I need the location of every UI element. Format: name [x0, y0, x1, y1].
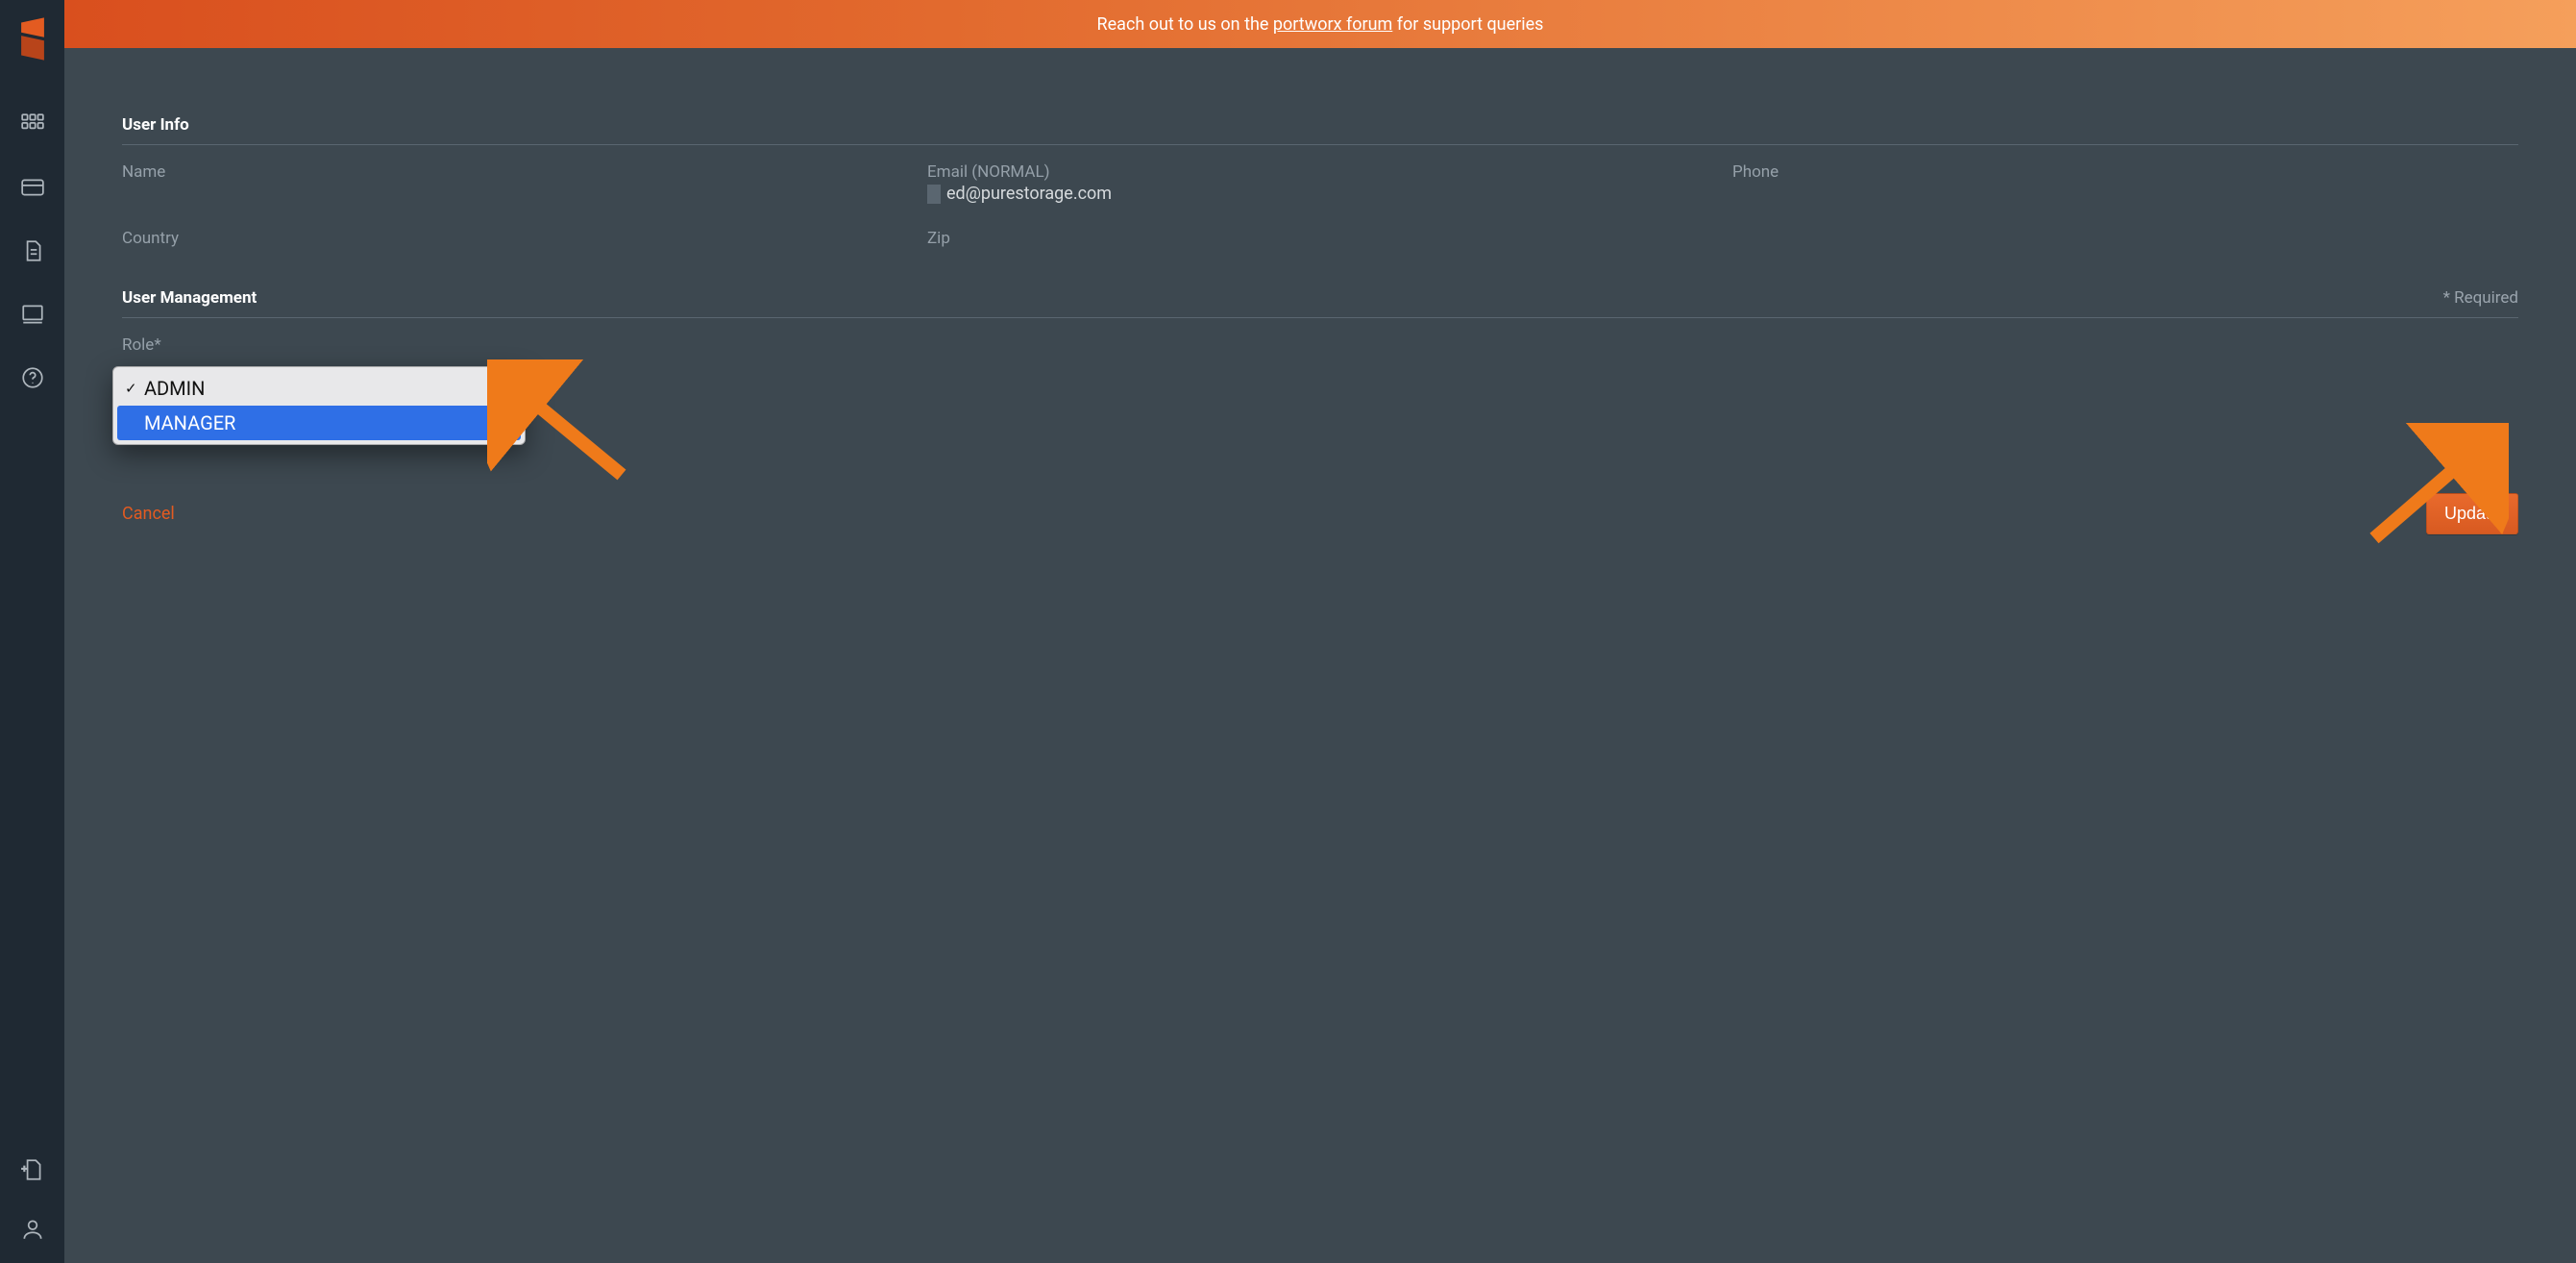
sidebar	[0, 0, 64, 1263]
support-banner: Reach out to us on the portworx forum fo…	[64, 0, 2576, 48]
billing-icon[interactable]	[20, 175, 45, 200]
help-icon[interactable]	[20, 365, 45, 390]
cancel-link[interactable]: Cancel	[122, 504, 175, 524]
monitor-icon[interactable]	[20, 302, 45, 327]
banner-prefix: Reach out to us on the	[1097, 14, 1273, 35]
role-option-manager[interactable]: MANAGER	[117, 406, 521, 440]
redacted-block	[927, 185, 941, 204]
role-option-admin[interactable]: ADMIN	[117, 371, 521, 406]
required-note: * Required	[2443, 288, 2518, 308]
user-icon[interactable]	[20, 1217, 45, 1242]
role-dropdown: ADMIN MANAGER	[112, 366, 526, 445]
file-plus-icon[interactable]	[20, 1157, 45, 1182]
divider	[122, 144, 2518, 145]
main-content: Reach out to us on the portworx forum fo…	[64, 0, 2576, 1263]
update-button[interactable]: Update	[2426, 493, 2518, 534]
email-label: Email (NORMAL)	[927, 162, 1713, 182]
role-label: Role*	[122, 335, 2518, 355]
phone-label: Phone	[1732, 162, 2518, 182]
user-management-heading: User Management	[122, 288, 257, 308]
zip-label: Zip	[927, 229, 1713, 248]
user-info-heading: User Info	[122, 115, 2518, 135]
divider	[122, 317, 2518, 318]
email-value: ed@purestorage.com	[946, 184, 1112, 204]
brand-logo	[16, 13, 49, 63]
banner-suffix: for support queries	[1392, 14, 1543, 35]
name-label: Name	[122, 162, 908, 182]
country-label: Country	[122, 229, 908, 248]
document-icon[interactable]	[20, 238, 45, 263]
banner-forum-link[interactable]: portworx forum	[1273, 14, 1392, 35]
dashboard-icon[interactable]	[20, 111, 45, 136]
